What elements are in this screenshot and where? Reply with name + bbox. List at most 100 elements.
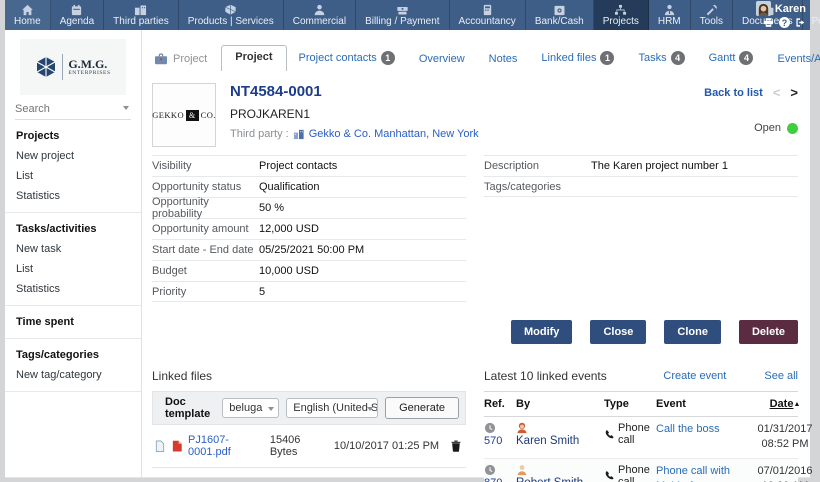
trash-icon[interactable] — [450, 439, 462, 453]
event-title-link[interactable]: Phone call with Mr Vaalen — [656, 465, 730, 482]
search-box — [15, 103, 131, 120]
event-ref[interactable]: 570 — [484, 435, 516, 447]
thirdparty-link[interactable]: Gekko & Co. Manhattan, New York — [309, 128, 479, 140]
logout-icon[interactable] — [795, 17, 806, 28]
delete-button[interactable]: Delete — [739, 320, 798, 344]
detail-label: Opportunity amount — [152, 223, 259, 235]
create-event-link[interactable]: Create event — [663, 370, 726, 382]
col-date[interactable]: Date▲ — [746, 398, 820, 410]
main-content: Project Project Project contacts 1 Overv… — [142, 30, 810, 477]
events-table: Ref. By Type Event Date▲ 570 — [484, 391, 798, 482]
sidebar-header-tasks[interactable]: Tasks/activities — [5, 219, 141, 239]
detail-row: VisibilityProject contacts — [152, 155, 466, 176]
nav-products-services[interactable]: Products | Services — [179, 0, 284, 30]
sidebar-header-time-spent[interactable]: Time spent — [5, 312, 141, 332]
action-buttons: Modify Close Clone Delete — [152, 320, 798, 344]
gekko-logo-left: GEKKO — [152, 110, 184, 120]
sidebar-item-new-task[interactable]: New task — [5, 239, 141, 259]
sidebar-item-project-list[interactable]: List — [5, 166, 141, 186]
nav-home[interactable]: Home — [5, 0, 51, 30]
clock-icon — [484, 422, 496, 434]
user-menu[interactable]: Karen — [756, 1, 806, 16]
nav-hrm[interactable]: HRM — [649, 0, 691, 30]
nav-commercial[interactable]: Commercial — [284, 0, 356, 30]
sidebar-item-task-list[interactable]: List — [5, 259, 141, 279]
detail-row: Start date - End date05/25/2021 50:00 PM — [152, 239, 466, 260]
detail-label: Start date - End date — [152, 244, 259, 256]
event-row: 570 Karen Smith Phone call Call the boss… — [484, 417, 798, 459]
event-title-link[interactable]: Call the boss — [656, 423, 720, 435]
company-logo: G.M.G. ENTERPRISES — [20, 39, 126, 95]
search-caret-icon[interactable] — [123, 106, 129, 110]
col-type[interactable]: Type — [604, 398, 656, 410]
tab-project-active[interactable]: Project — [221, 45, 286, 71]
clone-button[interactable]: Clone — [664, 320, 721, 344]
tab-bar: Project Project Project contacts 1 Overv… — [152, 46, 798, 71]
tab-tasks[interactable]: Tasks 4 — [626, 51, 696, 71]
modify-button[interactable]: Modify — [511, 320, 572, 344]
nav-label: Accountancy — [459, 17, 516, 27]
template-select[interactable]: beluga — [222, 398, 279, 418]
prev-record-arrow[interactable]: < — [773, 85, 781, 100]
nav-accountancy[interactable]: Accountancy — [450, 0, 526, 30]
event-ref[interactable]: 870 — [484, 477, 516, 482]
top-navigation: Home Agenda Third parties Products | Ser… — [5, 0, 810, 30]
col-by[interactable]: By — [516, 398, 604, 410]
chevron-down-icon — [268, 407, 274, 411]
home-icon — [21, 4, 34, 16]
close-button[interactable]: Close — [590, 320, 646, 344]
col-ref[interactable]: Ref. — [484, 398, 516, 410]
col-event[interactable]: Event — [656, 398, 746, 410]
man-avatar-icon — [516, 464, 528, 476]
search-input[interactable] — [15, 103, 115, 115]
back-to-list-link[interactable]: Back to list — [704, 87, 763, 99]
sidebar-header-projects[interactable]: Projects — [5, 126, 141, 146]
nav-label: Tools — [700, 17, 723, 27]
events-header-row: Ref. By Type Event Date▲ — [484, 391, 798, 417]
tab-overview[interactable]: Overview — [407, 53, 477, 71]
generate-button[interactable]: Generate — [385, 397, 459, 419]
phone-icon — [604, 470, 615, 481]
detail-value: 12,000 USD — [259, 223, 319, 235]
event-date: 07/01/2016 10:00 AM — [746, 464, 820, 482]
tab-label: Gantt — [709, 52, 736, 64]
project-details: VisibilityProject contacts Opportunity s… — [152, 155, 798, 302]
tab-events-agenda[interactable]: Events/Agenda — [765, 53, 820, 71]
nav-projects[interactable]: Projects — [594, 0, 649, 30]
event-author[interactable]: Karen Smith — [516, 435, 604, 447]
thirdparty-label: Third party : — [230, 128, 289, 140]
tab-project-contacts[interactable]: Project contacts 1 — [287, 51, 407, 71]
print-icon[interactable] — [763, 17, 774, 28]
bottom-panels: Linked files Doc template beluga English… — [152, 368, 798, 482]
thirdparty-logo: GEKKO & CO. — [152, 83, 216, 147]
help-icon[interactable]: ? — [779, 17, 790, 28]
tab-label: Notes — [489, 53, 518, 65]
status-label: Open — [754, 122, 781, 134]
sidebar-item-project-statistics[interactable]: Statistics — [5, 186, 141, 206]
sidebar-item-new-project[interactable]: New project — [5, 146, 141, 166]
user-name: Karen — [775, 3, 806, 15]
next-record-arrow[interactable]: > — [790, 85, 798, 100]
sidebar-header-tags[interactable]: Tags/categories — [5, 345, 141, 365]
wrench-icon — [705, 4, 718, 16]
nav-third-parties[interactable]: Third parties — [104, 0, 179, 30]
detail-label: Budget — [152, 265, 259, 277]
language-select[interactable]: English (United St... — [286, 398, 378, 418]
sidebar-item-new-tag[interactable]: New tag/category — [5, 365, 141, 385]
nav-tools[interactable]: Tools — [691, 0, 733, 30]
nav-billing-payment[interactable]: Billing / Payment — [356, 0, 449, 30]
event-author[interactable]: Robert Smith — [516, 477, 604, 482]
tab-gantt[interactable]: Gantt 4 — [697, 51, 766, 71]
file-link[interactable]: PJ1607-0001.pdf — [188, 434, 265, 458]
sidebar-item-task-statistics[interactable]: Statistics — [5, 279, 141, 299]
col-date-label[interactable]: Date — [770, 398, 794, 410]
sitemap-icon — [614, 4, 627, 16]
tab-badge: 1 — [381, 51, 395, 65]
see-all-link[interactable]: See all — [764, 370, 798, 382]
nav-bank-cash[interactable]: Bank/Cash — [526, 0, 594, 30]
nav-label: Billing / Payment — [365, 17, 439, 27]
tab-linked-files[interactable]: Linked files 1 — [529, 51, 626, 71]
nav-agenda[interactable]: Agenda — [51, 0, 104, 30]
tab-notes[interactable]: Notes — [477, 53, 530, 71]
tab-project-card[interactable]: Project — [152, 52, 221, 71]
